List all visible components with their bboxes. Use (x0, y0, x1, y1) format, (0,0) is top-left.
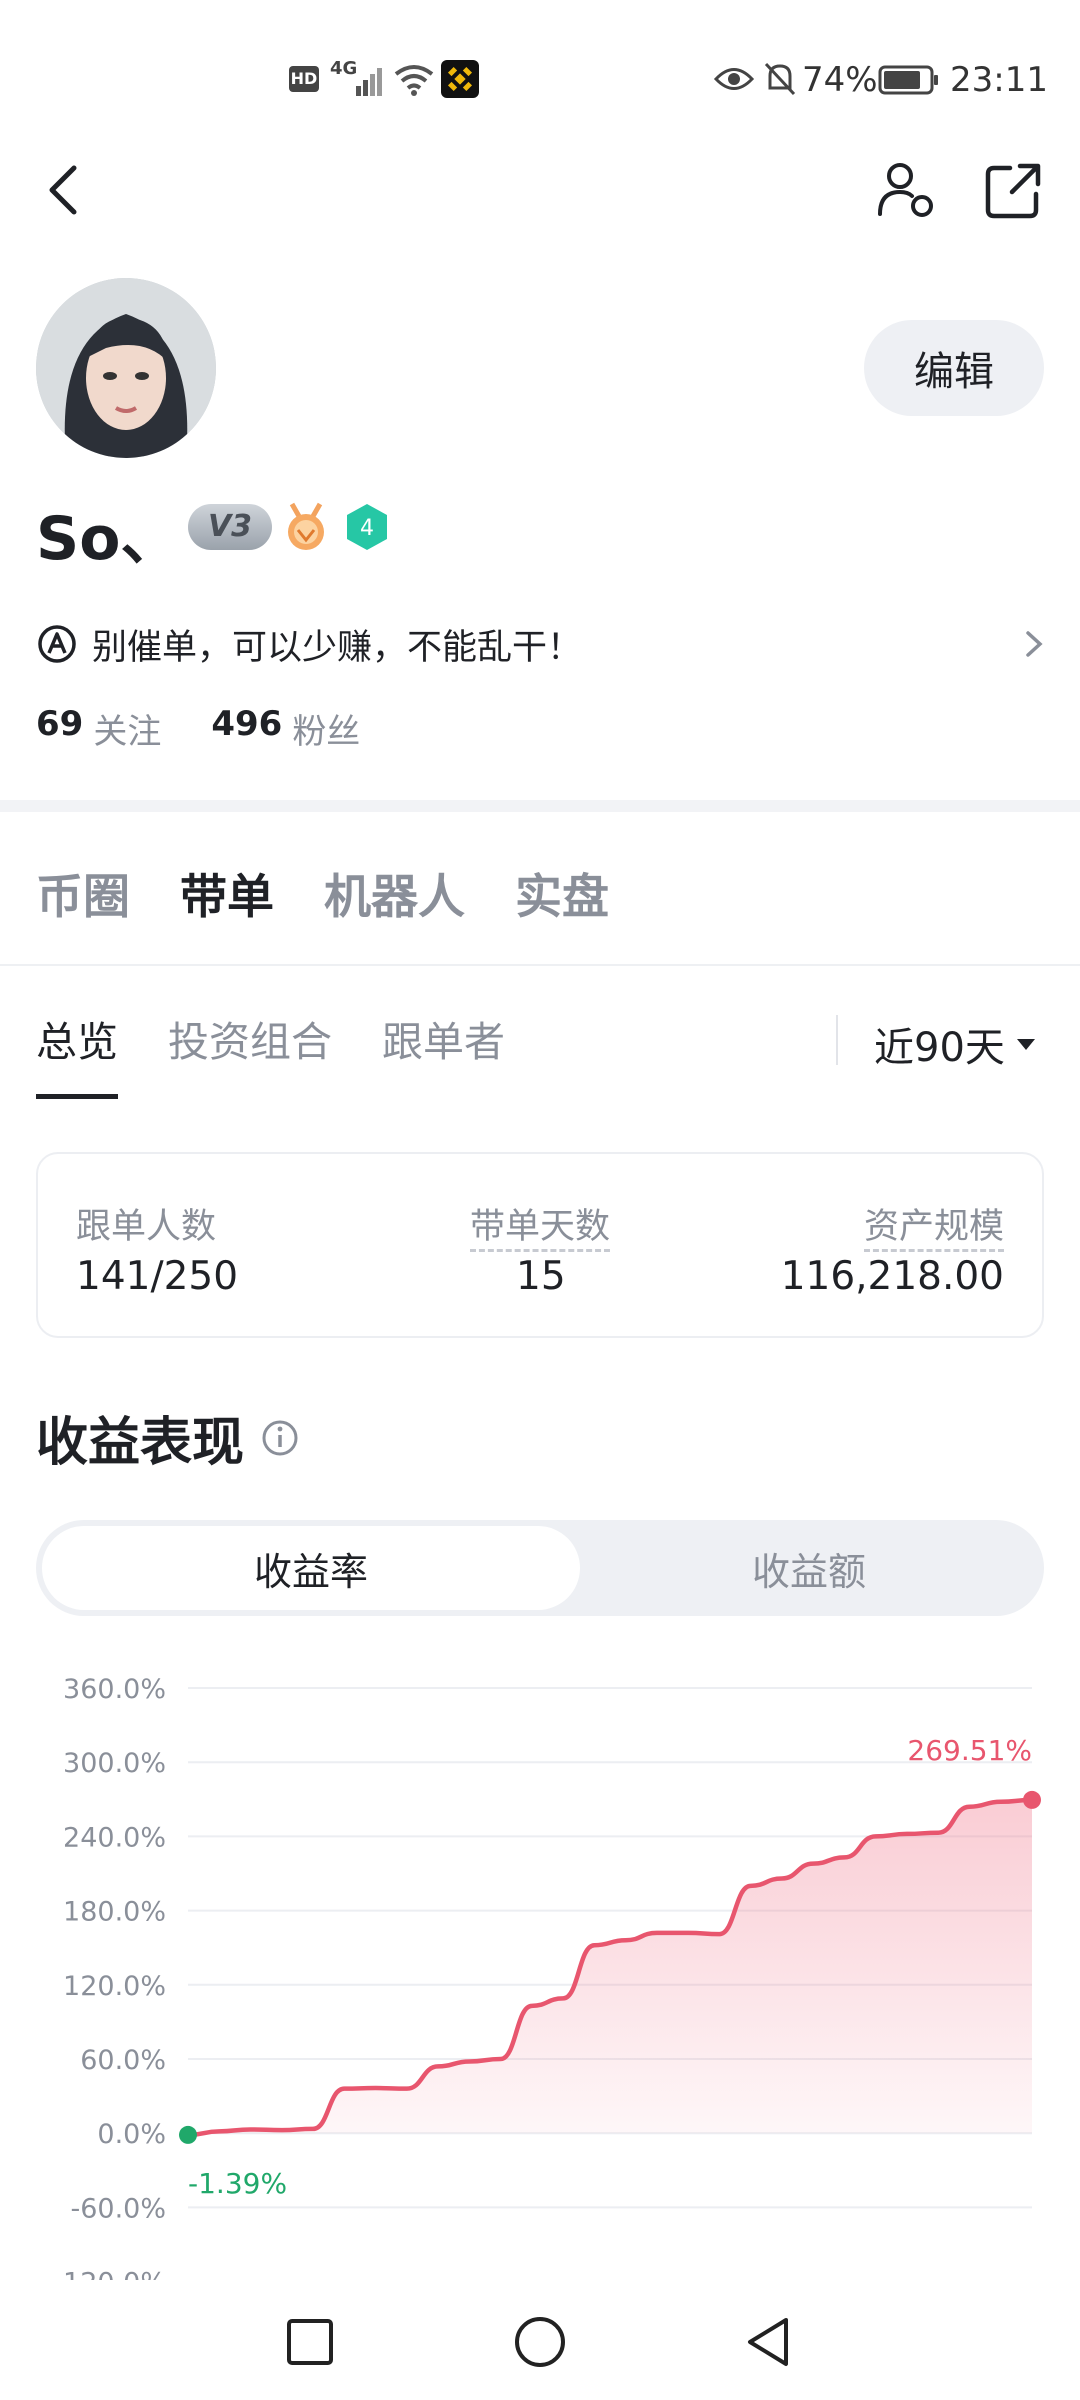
caret-down-icon (1016, 1039, 1035, 1050)
status-bar: HD 4G 74% 23:11 (0, 0, 1080, 160)
avatar[interactable] (36, 278, 216, 458)
level-badge: V3 (188, 504, 272, 550)
tab-crypto[interactable]: 币圈 (36, 858, 130, 927)
y-tick-label: 0.0% (97, 2119, 166, 2150)
home-circle-icon[interactable] (514, 2316, 566, 2368)
y-tick-label: -120.0% (53, 2268, 166, 2280)
follower-count-label: 跟单人数 (76, 1207, 217, 1247)
performance-chart: 360.0% 300.0% 240.0% 180.0% 120.0% 60.0% 0.0% -… (0, 1660, 1080, 2280)
y-tick-label: 60.0% (80, 2045, 166, 2076)
rank-badge-number: 4 (360, 516, 374, 541)
y-tick-label: 360.0% (63, 1674, 166, 1705)
y-tick-label: 240.0% (63, 1822, 166, 1853)
following-count[interactable]: 69 (36, 704, 83, 753)
subtab-overview[interactable]: 总览 (36, 1008, 118, 1099)
tab-copy-trading[interactable]: 带单 (180, 858, 274, 927)
eye-icon (714, 68, 754, 90)
wifi-icon (394, 65, 434, 96)
clock: 23:11 (950, 60, 1048, 100)
segment-return-amount[interactable]: 收益额 (580, 1526, 1038, 1610)
medal-icon (288, 502, 324, 550)
follower-count-value: 141/250 (76, 1254, 239, 1299)
back-chevron-icon[interactable] (44, 162, 84, 218)
trading-days-value: 15 (516, 1254, 566, 1299)
battery-percent: 74% (802, 60, 878, 100)
sub-tabs: 总览 投资组合 跟单者 (36, 1008, 505, 1099)
aum-label[interactable]: 资产规模 (863, 1198, 1004, 1252)
tabs-divider (0, 964, 1080, 966)
chevron-right-icon (1026, 631, 1043, 657)
period-separator (836, 1015, 838, 1065)
binance-icon (441, 60, 479, 98)
segment-return-rate[interactable]: 收益率 (42, 1526, 580, 1610)
area-fill (188, 1799, 1032, 2135)
main-tabs: 币圈 带单 机器人 实盘 (36, 858, 609, 927)
edit-button[interactable]: 编辑 (864, 320, 1044, 416)
y-tick-label: 300.0% (63, 1748, 166, 1779)
end-value-label: 269.51% (907, 1734, 1032, 1767)
tab-bots[interactable]: 机器人 (324, 858, 465, 927)
subtab-portfolio[interactable]: 投资组合 (168, 1008, 332, 1099)
period-label: 近90天 (874, 1025, 1005, 1071)
period-selector[interactable]: 近90天 (874, 1015, 1039, 1073)
followers-label[interactable]: 粉丝 (292, 704, 360, 753)
aum-value: 116,218.00 (780, 1254, 1004, 1299)
follow-stats: 69 关注 496 粉丝 (36, 704, 410, 753)
start-value-label: -1.39% (188, 2167, 287, 2200)
rank-badge-icon: 4 (347, 504, 387, 550)
tab-live[interactable]: 实盘 (515, 858, 609, 927)
subtab-followers[interactable]: 跟单者 (382, 1008, 505, 1099)
profile-name: So、 (36, 504, 181, 574)
following-label[interactable]: 关注 (93, 704, 161, 753)
system-nav-bar (0, 2280, 1080, 2400)
info-icon[interactable] (260, 1418, 300, 1458)
hd-badge: HD (289, 66, 319, 92)
y-tick-label: 120.0% (63, 1971, 166, 2002)
share-icon[interactable] (984, 160, 1044, 220)
end-point (1023, 1790, 1041, 1809)
bio-text: 别催单，可以少赚，不能乱干！ (92, 627, 583, 668)
performance-title-text: 收益表现 (36, 1413, 245, 1473)
mute-bell-icon (764, 62, 796, 96)
performance-title: 收益表现 (36, 1400, 300, 1475)
trading-days-label[interactable]: 带单天数 (470, 1198, 611, 1252)
y-tick-label: 180.0% (63, 1897, 166, 1928)
bio-row[interactable]: 别催单，可以少赚，不能乱干！ (36, 612, 1046, 676)
battery-icon (878, 65, 938, 95)
start-point (179, 2125, 197, 2144)
chart-svg: 360.0%300.0%240.0%180.0%120.0%60.0%0.0%-… (53, 1674, 1041, 2280)
ai-badge-icon (38, 625, 76, 663)
y-tick-label: -60.0% (70, 2193, 166, 2224)
recents-square-icon[interactable] (286, 2318, 334, 2366)
followers-count[interactable]: 496 (211, 704, 282, 753)
metric-toggle: 收益率 收益额 (36, 1520, 1044, 1616)
section-divider (0, 800, 1080, 812)
signal-icon (356, 68, 382, 96)
summary-card: 跟单人数 141/250 带单天数 15 资产规模 116,218.00 (36, 1152, 1044, 1338)
profile-settings-icon[interactable] (876, 160, 936, 222)
back-triangle-icon[interactable] (744, 2316, 792, 2368)
